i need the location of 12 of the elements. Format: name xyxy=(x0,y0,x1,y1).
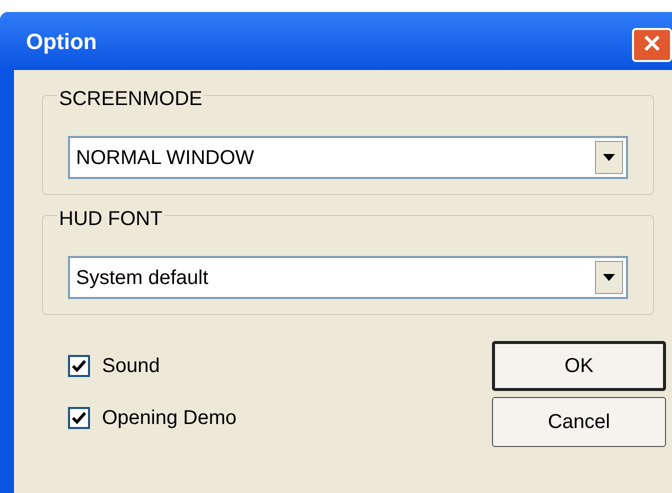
dropdown-field[interactable]: NORMAL WINDOW xyxy=(68,136,628,179)
dropdown-field[interactable]: System default xyxy=(68,256,628,299)
dialog-button[interactable]: OK xyxy=(492,341,666,391)
checkbox-label: Sound xyxy=(102,354,160,379)
dialog-button[interactable]: Cancel xyxy=(492,397,666,447)
window-title: Option xyxy=(26,28,97,56)
checkbox[interactable] xyxy=(68,355,90,377)
checkmark-icon xyxy=(72,360,86,372)
checkbox-label: Opening Demo xyxy=(102,406,237,431)
checkmark-icon xyxy=(72,412,86,424)
close-button[interactable]: ✕ xyxy=(632,28,672,62)
checkbox[interactable] xyxy=(68,407,90,429)
